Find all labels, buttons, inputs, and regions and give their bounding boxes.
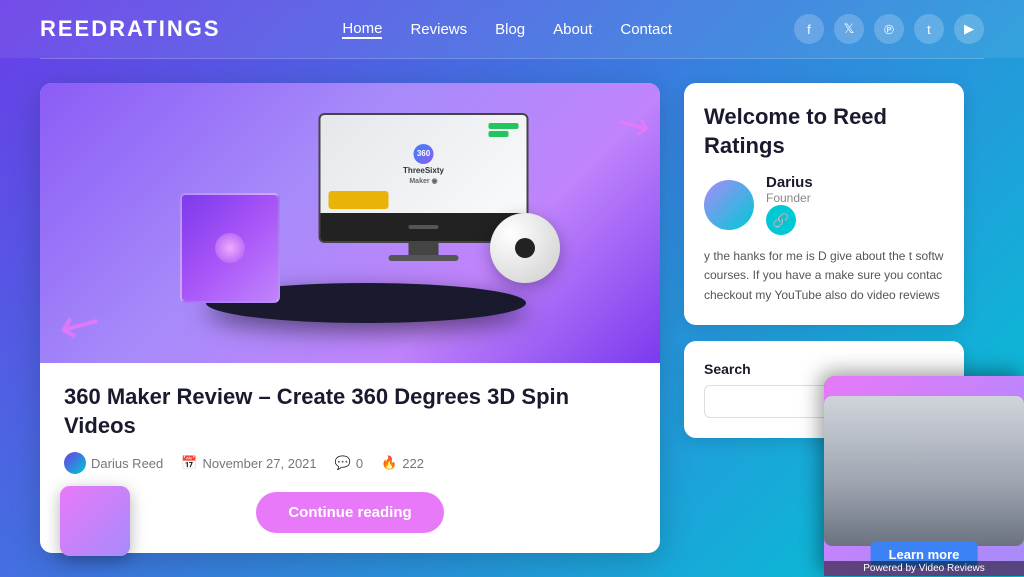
tumblr-icon[interactable]: t	[914, 14, 944, 44]
nav-reviews[interactable]: Reviews	[410, 21, 467, 38]
article-body: 360 Maker Review – Create 360 Degrees 3D…	[40, 363, 660, 553]
threesixty-icon: 360	[414, 144, 434, 164]
nav-about[interactable]: About	[553, 21, 592, 38]
article-meta: Darius Reed 📅 November 27, 2021 💬 0 🔥 22…	[64, 452, 636, 474]
camera-sphere	[490, 213, 560, 283]
powered-label: Powered by Video Reviews	[824, 561, 1024, 576]
header: ReedRatings Home Reviews Blog About Cont…	[0, 0, 1024, 58]
comment-icon: 💬	[335, 455, 351, 471]
sidebar-description: y the hanks for me is D give about the t…	[704, 247, 944, 305]
article-image: 360 ThreeSixty Maker ◉	[40, 83, 660, 363]
author-avatar	[704, 180, 754, 230]
twitter-icon[interactable]: 𝕏	[834, 14, 864, 44]
welcome-card: Welcome to Reed Ratings Darius Founder 🔗…	[684, 83, 964, 325]
nav-home[interactable]: Home	[342, 20, 382, 39]
article-card: 360 ThreeSixty Maker ◉	[40, 83, 660, 553]
float-avatar	[60, 486, 130, 556]
author-role: Founder	[766, 191, 813, 205]
meta-comments: 💬 0	[335, 455, 363, 471]
article-date: November 27, 2021	[202, 456, 316, 471]
author-row: Darius Founder 🔗	[704, 174, 944, 235]
product-box	[180, 193, 280, 303]
arrow-right-icon: ↙	[605, 100, 660, 152]
author-name: Darius Reed	[91, 456, 163, 471]
social-icons: f 𝕏 ℗ t ▶	[794, 14, 984, 44]
welcome-title: Welcome to Reed Ratings	[704, 103, 944, 160]
view-count: 222	[402, 456, 424, 471]
views-icon: 🔥	[381, 455, 397, 471]
monitor-yellow-btn	[329, 191, 389, 209]
logo-text: ReedRatings	[40, 16, 221, 41]
nav-blog[interactable]: Blog	[495, 21, 525, 38]
search-label: Search	[704, 361, 944, 377]
meta-date: 📅 November 27, 2021	[181, 455, 316, 471]
author-display-name: Darius	[766, 174, 813, 191]
pinterest-icon[interactable]: ℗	[874, 14, 904, 44]
youtube-icon[interactable]: ▶	[954, 14, 984, 44]
facebook-icon[interactable]: f	[794, 14, 824, 44]
article-title: 360 Maker Review – Create 360 Degrees 3D…	[64, 383, 636, 440]
meta-author: Darius Reed	[64, 452, 163, 474]
video-person	[824, 396, 1024, 546]
author-avatar-small	[64, 452, 86, 474]
continue-reading-button[interactable]: Continue reading	[256, 492, 443, 533]
logo: ReedRatings	[40, 16, 221, 42]
author-link-button[interactable]: 🔗	[766, 205, 796, 235]
monitor-bars	[489, 123, 519, 137]
arrow-left-icon: ↙	[48, 288, 113, 359]
calendar-icon: 📅	[181, 455, 197, 471]
main-nav: Home Reviews Blog About Contact	[342, 20, 672, 39]
monitor-logo: 360 ThreeSixty Maker ◉	[403, 144, 444, 185]
comment-count: 0	[356, 456, 363, 471]
video-popup-inner: Learn more Powered by Video Reviews	[824, 376, 1024, 576]
video-popup: Learn more Powered by Video Reviews	[824, 376, 1024, 576]
author-info: Darius Founder 🔗	[766, 174, 813, 235]
nav-contact[interactable]: Contact	[620, 21, 672, 38]
meta-views: 🔥 222	[381, 455, 424, 471]
